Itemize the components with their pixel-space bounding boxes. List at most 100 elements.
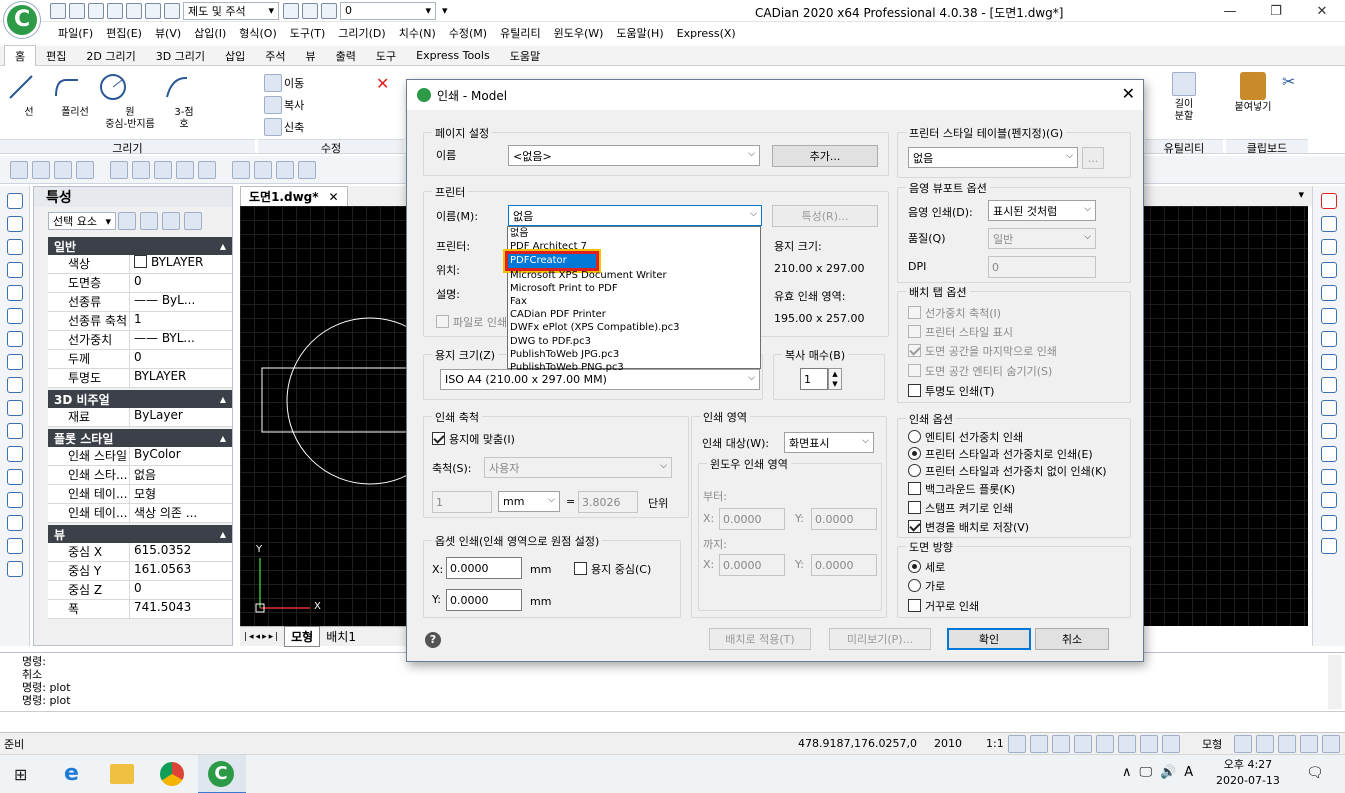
- arc-tool-icon[interactable]: [6, 331, 23, 347]
- portrait-radio[interactable]: 세로: [908, 559, 945, 575]
- tab-list-arrow-icon[interactable]: ▾: [1298, 188, 1304, 201]
- page-setup-add-button[interactable]: 추가...: [772, 145, 878, 167]
- array-tool-icon[interactable]: [1321, 285, 1337, 301]
- isolate-icon[interactable]: [1278, 734, 1296, 753]
- table-tool-icon[interactable]: [6, 561, 23, 577]
- collapse-icon[interactable]: ▲: [220, 434, 226, 443]
- settings-gear-icon[interactable]: [1234, 734, 1252, 753]
- prop-value[interactable]: BYLAYER: [130, 255, 232, 273]
- status-scale[interactable]: 1:1: [986, 737, 1004, 750]
- layer-match-icon[interactable]: [54, 160, 72, 179]
- layer-select[interactable]: 0 ▾: [340, 1, 436, 20]
- status-model[interactable]: 모형: [1202, 736, 1222, 752]
- doc-tab-drawing1[interactable]: 도면1.dwg* ✕: [240, 186, 348, 206]
- menu-item-1[interactable]: 편집(E): [106, 25, 142, 41]
- prop-section-header[interactable]: 플롯 스타일 ▲: [48, 429, 232, 447]
- prop-row[interactable]: 색상 BYLAYER: [48, 255, 232, 274]
- menu-item-11[interactable]: 도움말(H): [616, 25, 663, 41]
- file-explorer-icon[interactable]: [110, 764, 134, 784]
- dpi-input[interactable]: 0: [988, 256, 1096, 278]
- prop-value[interactable]: 615.0352: [130, 543, 232, 561]
- ray-tool-icon[interactable]: [6, 216, 23, 232]
- osnap-icon[interactable]: [1096, 734, 1114, 753]
- ortho-icon[interactable]: [1052, 734, 1070, 753]
- menu-item-8[interactable]: 수정(M): [449, 25, 487, 41]
- ribbon-arc-button[interactable]: 3-점 호: [162, 72, 206, 132]
- erase-icon[interactable]: ✕: [376, 74, 389, 93]
- block-tool-icon[interactable]: [198, 160, 216, 179]
- dim-style-icon[interactable]: [254, 160, 272, 179]
- prop-value[interactable]: ByLayer: [130, 408, 232, 426]
- ribbon-tab-6[interactable]: 뷰: [296, 46, 326, 66]
- prop-value[interactable]: 색상 의존 ...: [130, 504, 232, 522]
- prop-row[interactable]: 선가중치 —— BYL...: [48, 331, 232, 350]
- clock[interactable]: 오후 4:27 2020-07-13: [1216, 757, 1280, 789]
- open-file-icon[interactable]: [69, 2, 85, 19]
- ribbon-tab-8[interactable]: 도구: [366, 46, 406, 66]
- light-bulb-icon[interactable]: [283, 2, 299, 19]
- filter-icon[interactable]: [184, 212, 202, 230]
- apply-to-layout-button[interactable]: 배치로 적용(T): [709, 628, 811, 650]
- minimize-button[interactable]: —: [1207, 0, 1253, 22]
- plot-style-edit-button[interactable]: ...: [1082, 147, 1104, 169]
- collapse-icon[interactable]: ▲: [220, 242, 226, 251]
- ribbon-tab-3[interactable]: 3D 그리기: [146, 46, 215, 66]
- hide-paperspace-checkbox[interactable]: 도면 공간 엔티티 숨기기(S): [908, 363, 1052, 379]
- break-tool-icon[interactable]: [1321, 446, 1337, 462]
- ribbon-tab-7[interactable]: 출력: [326, 46, 366, 66]
- prop-row[interactable]: 중심 X 615.0352: [48, 543, 232, 562]
- prop-value[interactable]: —— BYL...: [130, 331, 232, 349]
- prop-section-header[interactable]: 일반 ▲: [48, 237, 232, 255]
- opt-no-styles-radio[interactable]: 프린터 스타일과 선가중치 없이 인쇄(K): [908, 463, 1107, 479]
- block-attribute-icon[interactable]: [176, 160, 194, 179]
- erase-tool-icon[interactable]: [1321, 193, 1337, 209]
- target-tool-icon[interactable]: [6, 538, 23, 554]
- tpy-icon[interactable]: [1162, 734, 1180, 753]
- prop-row[interactable]: 인쇄 테이... 모형: [48, 485, 232, 504]
- lock-icon[interactable]: [321, 2, 337, 19]
- prop-row[interactable]: 중심 Z 0: [48, 581, 232, 600]
- block-insert-icon[interactable]: [110, 160, 128, 179]
- scale-value1-input[interactable]: 1: [432, 491, 492, 513]
- lwt-icon[interactable]: [1140, 734, 1158, 753]
- printer-option[interactable]: Fax: [508, 295, 760, 308]
- printer-option[interactable]: Microsoft Print to PDF: [508, 282, 760, 295]
- polygon-tool-icon[interactable]: [6, 469, 23, 485]
- prop-value[interactable]: BYLAYER: [130, 369, 232, 387]
- ribbon-copy-button[interactable]: 복사: [262, 94, 402, 116]
- ribbon-tab-9[interactable]: Express Tools: [406, 47, 500, 64]
- printer-properties-button[interactable]: 특성(R)...: [772, 205, 878, 227]
- shade-plot-select[interactable]: 표시된 것처럼 ⌵: [988, 200, 1096, 221]
- network-icon[interactable]: 🖵: [1140, 765, 1153, 780]
- prop-row[interactable]: 선종류 —— ByL...: [48, 293, 232, 312]
- scale-select[interactable]: 사용자 ⌵: [484, 457, 672, 478]
- ellipse-tool-icon[interactable]: [6, 354, 23, 370]
- printer-option[interactable]: DWG to PDF.pc3: [508, 335, 760, 348]
- circle-tool-icon[interactable]: [6, 308, 23, 324]
- fillet-tool-icon[interactable]: [1321, 515, 1337, 531]
- line-tool-icon[interactable]: [6, 193, 23, 209]
- page-setup-select[interactable]: <없음> ⌵: [508, 145, 760, 166]
- restore-button[interactable]: ❐: [1253, 0, 1299, 22]
- sun-icon[interactable]: [302, 2, 318, 19]
- prop-row[interactable]: 두께 0: [48, 350, 232, 369]
- from-y-input[interactable]: 0.0000: [811, 508, 877, 530]
- edge-browser-icon[interactable]: e: [64, 761, 79, 786]
- select-objects-icon[interactable]: [140, 212, 158, 230]
- chrome-icon[interactable]: [160, 762, 184, 786]
- landscape-radio[interactable]: 가로: [908, 578, 945, 594]
- layer-previous-icon[interactable]: [76, 160, 94, 179]
- to-x-input[interactable]: 0.0000: [719, 554, 785, 576]
- save-as-icon[interactable]: [107, 2, 123, 19]
- command-input[interactable]: [0, 711, 1345, 731]
- layer-state-icon[interactable]: [32, 160, 50, 179]
- print-target-select[interactable]: 화면표시 ⌵: [784, 432, 874, 453]
- paperspace-last-checkbox[interactable]: 도면 공간을 마지막으로 인쇄: [908, 343, 1057, 359]
- offset-y-input[interactable]: 0.0000: [446, 589, 522, 611]
- undo-icon[interactable]: [145, 2, 161, 19]
- rotate-tool-icon[interactable]: [1321, 331, 1337, 347]
- rectangle-tool-icon[interactable]: [6, 423, 23, 439]
- help-icon[interactable]: ?: [425, 632, 441, 648]
- plot-transparency-checkbox[interactable]: 투명도 인쇄(T): [908, 383, 994, 399]
- menu-item-7[interactable]: 치수(N): [399, 25, 436, 41]
